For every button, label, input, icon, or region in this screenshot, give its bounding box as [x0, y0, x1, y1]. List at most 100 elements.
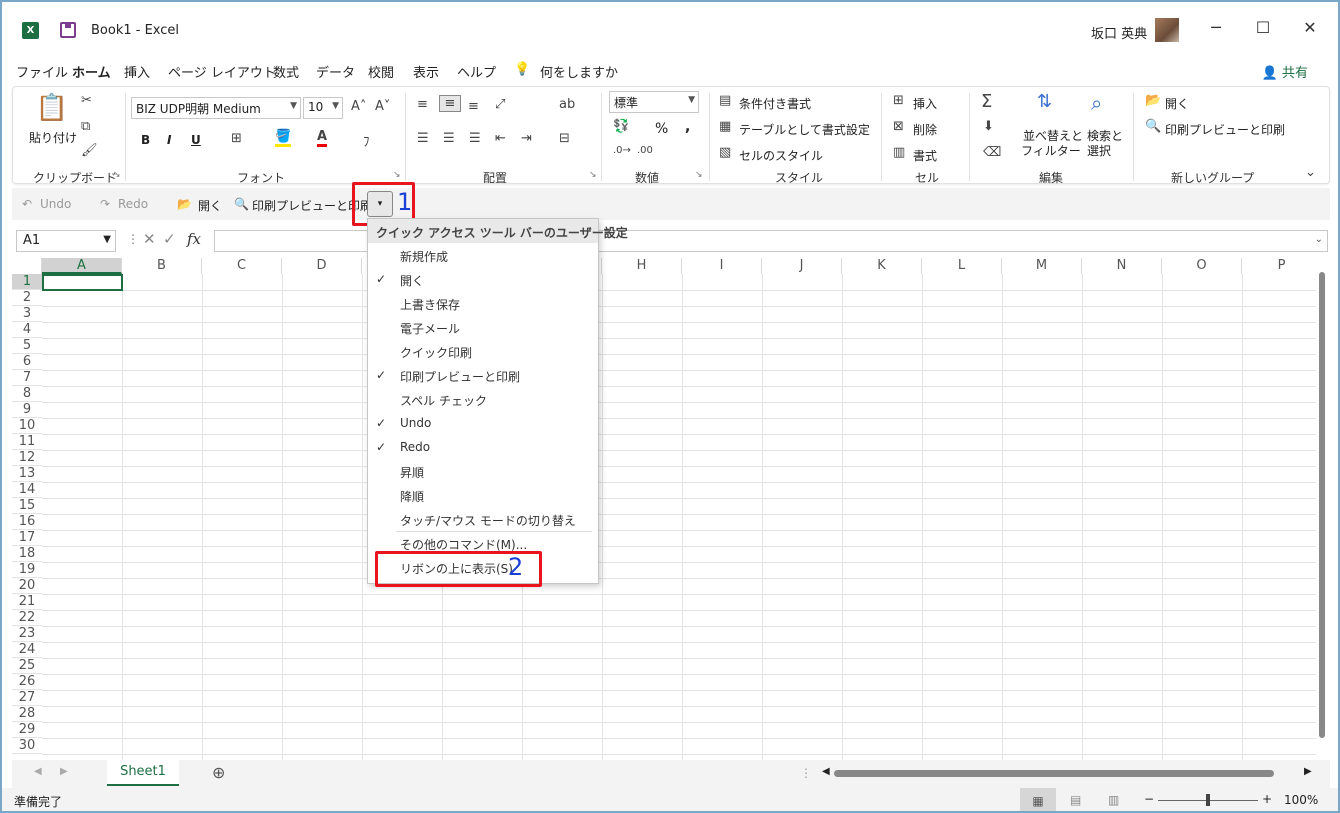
column-header[interactable]: N — [1082, 258, 1162, 274]
align-bottom-icon[interactable]: ≡ — [468, 99, 479, 114]
sort-filter-button-line2[interactable]: フィルター — [1021, 142, 1081, 159]
copy-icon[interactable]: ⧉ — [81, 119, 90, 134]
font-name-select[interactable]: BIZ UDP明朝 Medium ▼ — [131, 97, 301, 119]
menu-item[interactable]: ✓ 印刷プレビューと印刷 — [368, 364, 598, 388]
tab-page-layout[interactable]: ページ レイアウト — [168, 62, 276, 81]
increase-font-icon[interactable]: A˄ — [351, 99, 366, 114]
collapse-ribbon-icon[interactable]: ⌄ — [1305, 165, 1316, 180]
row-header[interactable]: 17 — [12, 530, 42, 546]
ribbon-open-button[interactable]: 開く — [1165, 95, 1189, 112]
cell-styles-button[interactable]: セルのスタイル — [739, 147, 823, 164]
tab-data[interactable]: データ — [316, 62, 355, 81]
row-header[interactable]: 18 — [12, 546, 42, 562]
page-layout-view-icon[interactable]: ▤ — [1070, 793, 1081, 807]
row-header[interactable]: 8 — [12, 386, 42, 402]
menu-item[interactable]: 上書き保存 — [368, 292, 598, 316]
conditional-format-button[interactable]: 条件付き書式 — [739, 95, 811, 112]
active-cell[interactable] — [42, 274, 123, 291]
horizontal-scrollbar[interactable] — [834, 770, 1274, 777]
row-header[interactable]: 29 — [12, 722, 42, 738]
row-header[interactable]: 16 — [12, 514, 42, 530]
increase-indent-icon[interactable]: ⇥ — [521, 131, 532, 146]
row-header[interactable]: 3 — [12, 306, 42, 322]
row-header[interactable]: 5 — [12, 338, 42, 354]
row-header[interactable]: 14 — [12, 482, 42, 498]
row-header[interactable]: 1 — [12, 274, 42, 290]
maximize-button[interactable]: ☐ — [1251, 16, 1275, 40]
column-header[interactable]: B — [122, 258, 202, 274]
tab-help[interactable]: ヘルプ — [457, 62, 496, 81]
column-header[interactable]: K — [842, 258, 922, 274]
percent-button[interactable]: % — [655, 121, 668, 137]
page-break-view-icon[interactable]: ▥ — [1108, 793, 1119, 807]
row-header[interactable]: 23 — [12, 626, 42, 642]
column-header[interactable]: H — [602, 258, 682, 274]
scroll-thumb[interactable] — [1319, 272, 1325, 738]
share-button[interactable]: 👤 共有 — [1262, 62, 1308, 81]
row-header[interactable]: 12 — [12, 450, 42, 466]
tell-me-search[interactable]: 何をしますか — [540, 62, 618, 81]
format-as-table-button[interactable]: テーブルとして書式設定 — [739, 121, 870, 138]
row-header[interactable]: 7 — [12, 370, 42, 386]
row-header[interactable]: 10 — [12, 418, 42, 434]
dialog-launcher-icon[interactable]: ↘ — [113, 170, 121, 180]
close-button[interactable]: ✕ — [1298, 16, 1322, 40]
enter-icon[interactable]: ✓ — [163, 230, 176, 248]
menu-item[interactable]: クイック印刷 — [368, 340, 598, 364]
row-header[interactable]: 13 — [12, 466, 42, 482]
row-header[interactable]: 21 — [12, 594, 42, 610]
italic-button[interactable]: I — [167, 133, 171, 147]
increase-decimal-icon[interactable]: .0→ — [613, 145, 631, 156]
menu-item[interactable]: ✓ Redo — [368, 436, 598, 460]
tab-review[interactable]: 校閲 — [368, 62, 394, 81]
clear-icon[interactable]: ⌫ — [983, 145, 1001, 160]
cut-icon[interactable]: ✂ — [81, 93, 92, 108]
scroll-right-icon[interactable]: ▶ — [1304, 766, 1312, 777]
column-header[interactable]: M — [1002, 258, 1082, 274]
row-header[interactable]: 6 — [12, 354, 42, 370]
row-header[interactable]: 28 — [12, 706, 42, 722]
column-header[interactable]: D — [282, 258, 362, 274]
paste-icon[interactable]: 📋 — [35, 93, 69, 123]
align-left-icon[interactable]: ☰ — [417, 131, 429, 146]
menu-item[interactable]: 電子メール — [368, 316, 598, 340]
menu-item[interactable]: ✓ 開く — [368, 268, 598, 292]
column-header[interactable]: L — [922, 258, 1002, 274]
menu-item[interactable]: タッチ/マウス モードの切り替え — [368, 508, 598, 532]
orientation-icon[interactable]: ⤢ — [495, 97, 505, 112]
column-header[interactable]: A — [42, 258, 122, 274]
sheet-tab[interactable]: Sheet1 — [107, 760, 179, 786]
zoom-out-icon[interactable]: − — [1144, 792, 1154, 806]
row-header[interactable]: 15 — [12, 498, 42, 514]
decrease-indent-icon[interactable]: ⇤ — [495, 131, 506, 146]
avatar[interactable] — [1155, 18, 1179, 42]
tab-splitter-icon[interactable]: ⋮ — [800, 766, 812, 780]
comma-button[interactable]: , — [685, 119, 690, 135]
row-header[interactable]: 30 — [12, 738, 42, 754]
row-header[interactable]: 9 — [12, 402, 42, 418]
insert-cells-button[interactable]: 挿入 — [913, 95, 937, 112]
row-header[interactable]: 25 — [12, 658, 42, 674]
tab-formulas[interactable]: 数式 — [273, 62, 299, 81]
fill-icon[interactable]: ⬇ — [983, 119, 994, 134]
autosum-icon[interactable]: Σ — [981, 91, 992, 112]
underline-button[interactable]: U — [191, 133, 201, 147]
font-size-select[interactable]: 10 ▼ — [303, 97, 343, 119]
row-header[interactable]: 24 — [12, 642, 42, 658]
fill-color-icon[interactable]: 🪣 — [275, 129, 292, 147]
menu-item[interactable]: スペル チェック — [368, 388, 598, 412]
column-header[interactable]: P — [1242, 258, 1316, 274]
row-header[interactable]: 4 — [12, 322, 42, 338]
menu-item[interactable]: 降順 — [368, 484, 598, 508]
add-sheet-icon[interactable]: ⊕ — [212, 763, 225, 782]
align-right-icon[interactable]: ☰ — [469, 131, 481, 146]
align-center-icon[interactable]: ☰ — [443, 131, 455, 146]
wrap-text-icon[interactable]: ab — [559, 97, 575, 112]
merge-center-icon[interactable]: ⊟ — [559, 131, 570, 146]
tab-home[interactable]: ホーム — [72, 62, 111, 81]
align-top-icon[interactable]: ≡ — [417, 97, 428, 112]
currency-icon[interactable]: 💱 — [613, 119, 629, 134]
qat-redo-button[interactable]: Redo — [118, 197, 148, 211]
next-sheet-icon[interactable]: ▶ — [60, 766, 68, 777]
decrease-font-icon[interactable]: A˅ — [375, 99, 390, 114]
